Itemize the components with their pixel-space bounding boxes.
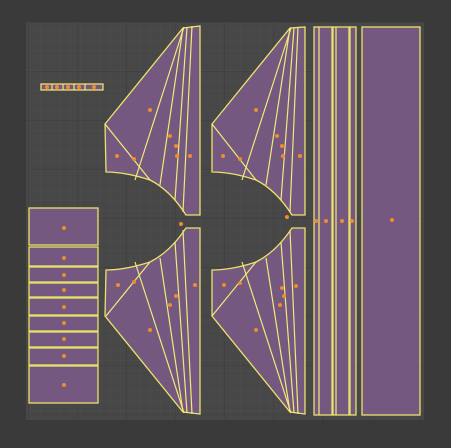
uv-island-panel-right[interactable] xyxy=(361,26,421,416)
uv-island-stack-left[interactable] xyxy=(28,207,99,404)
uv-island-strips-vertical[interactable] xyxy=(313,26,357,416)
uv-island-strip-small[interactable] xyxy=(40,83,104,91)
uv-editor-canvas[interactable] xyxy=(0,0,451,444)
